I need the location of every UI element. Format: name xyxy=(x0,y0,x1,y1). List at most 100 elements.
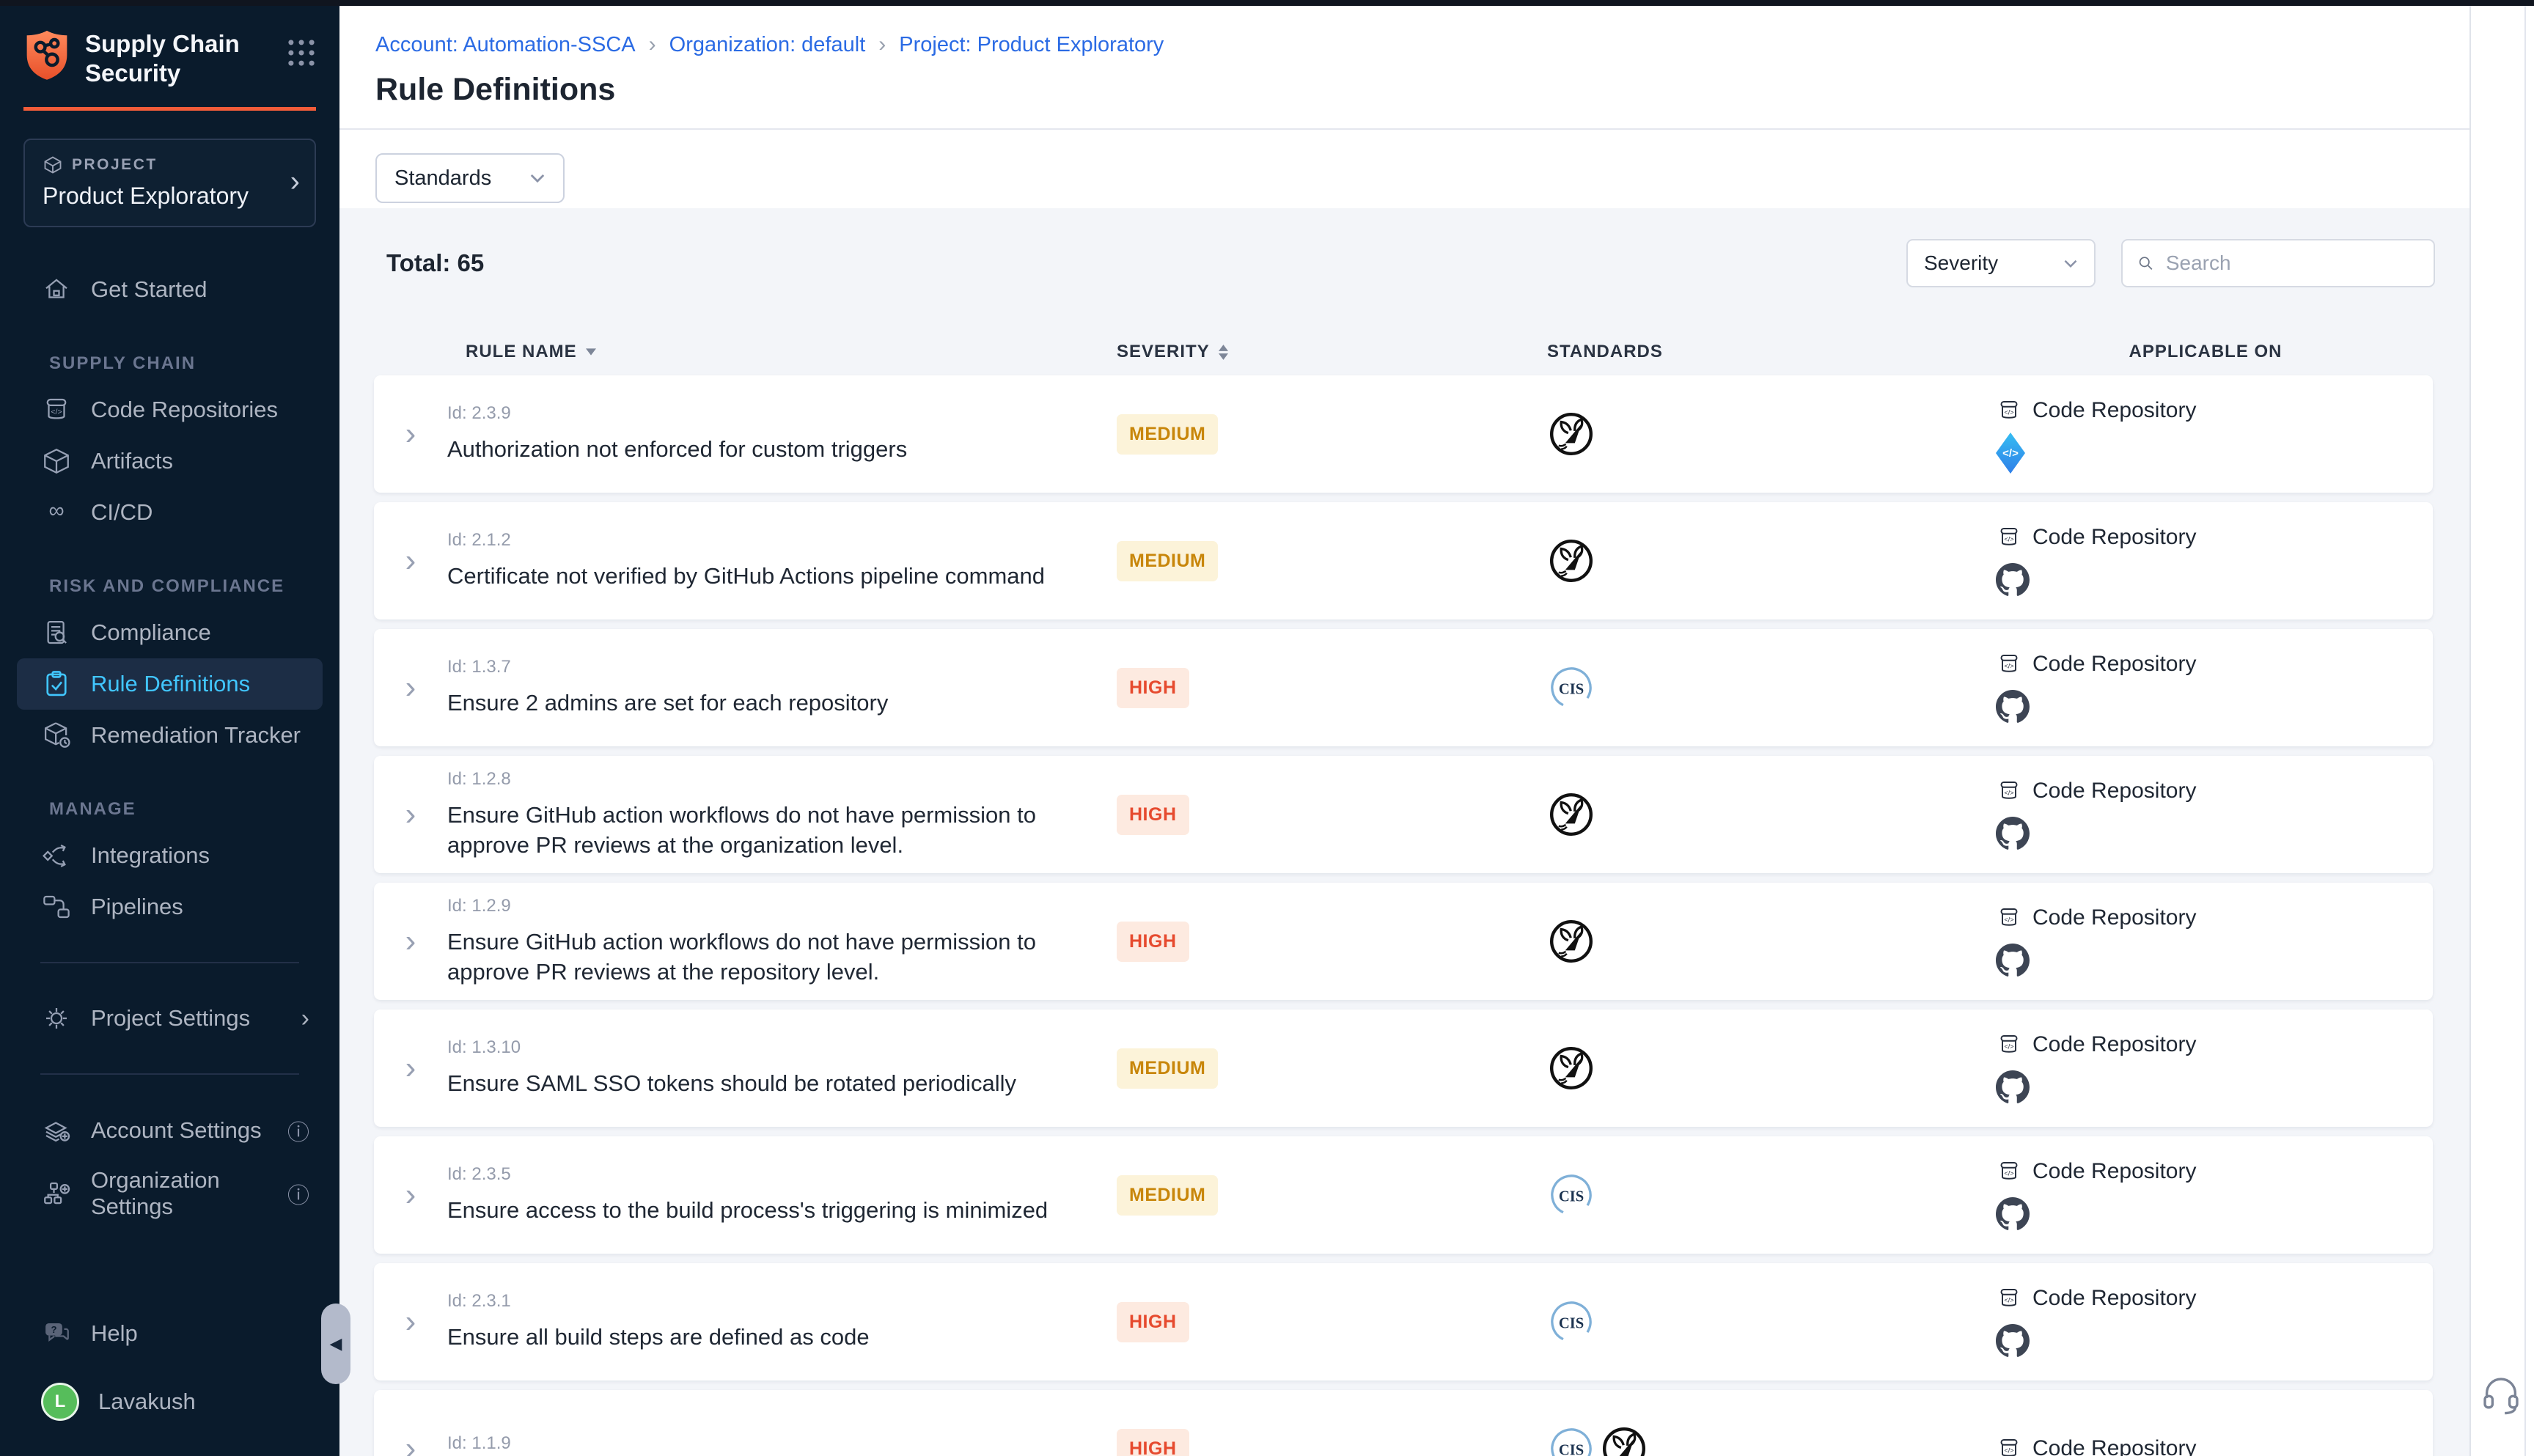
sidebar-item-cicd[interactable]: CI/CD xyxy=(17,487,323,538)
severity-badge: MEDIUM xyxy=(1117,414,1218,455)
sidebar: Supply Chain Security PROJECT Product Ex… xyxy=(0,0,339,1456)
breadcrumb-separator-icon: › xyxy=(878,32,886,57)
owasp-standard-icon xyxy=(1547,410,1595,458)
column-label: STANDARDS xyxy=(1547,342,1663,362)
expand-row-chevron-icon[interactable]: › xyxy=(405,925,416,957)
avatar: L xyxy=(41,1383,79,1421)
table-row[interactable]: › Id: 1.3.10 Ensure SAML SSO tokens shou… xyxy=(374,1010,2433,1127)
sidebar-item-account-settings[interactable]: Account Settings ⓘ xyxy=(17,1104,323,1157)
standards-cell xyxy=(1393,790,1972,839)
gear-icon xyxy=(41,1003,72,1034)
table-row[interactable]: › Id: 1.3.7 Ensure 2 admins are set for … xyxy=(374,629,2433,746)
expand-row-chevron-icon[interactable]: › xyxy=(405,798,416,831)
rule-id: Id: 1.1.9 xyxy=(447,1433,1111,1454)
project-selector[interactable]: PROJECT Product Exploratory › xyxy=(23,139,316,227)
applicable-on-label: Code Repository xyxy=(2032,652,2196,677)
standards-cell xyxy=(1393,1171,1972,1219)
github-icon xyxy=(1996,1324,2030,1358)
search-input[interactable] xyxy=(2166,251,2420,275)
sidebar-item-user[interactable]: L Lavakush xyxy=(17,1372,323,1431)
sidebar-item-get-started[interactable]: Get Started xyxy=(17,264,323,315)
table-row[interactable]: › Id: 2.3.9 Authorization not enforced f… xyxy=(374,375,2433,493)
applicable-on-label: Code Repository xyxy=(2032,1286,2196,1311)
sidebar-item-integrations[interactable]: Integrations xyxy=(17,830,323,881)
sidebar-item-project-settings[interactable]: Project Settings › xyxy=(17,993,323,1044)
pipelines-icon xyxy=(41,891,72,922)
code-repository-icon xyxy=(1996,1285,2022,1312)
sidebar-item-pipelines[interactable]: Pipelines xyxy=(17,881,323,933)
severity-filter-dropdown[interactable]: Severity xyxy=(1906,239,2096,287)
table-row[interactable]: › Id: 1.1.9 HIGH Code Repository xyxy=(374,1390,2433,1456)
column-header-severity[interactable]: SEVERITY xyxy=(1111,342,1393,362)
expand-row-chevron-icon[interactable]: › xyxy=(405,1052,416,1084)
rule-id: Id: 1.3.10 xyxy=(447,1037,1111,1058)
expand-row-chevron-icon[interactable]: › xyxy=(405,1179,416,1211)
module-switcher-grid-icon[interactable] xyxy=(287,38,316,67)
provider-slot xyxy=(1996,1196,2433,1232)
user-name: Lavakush xyxy=(98,1389,196,1415)
main-area: Account: Automation-SSCA › Organization:… xyxy=(339,6,2469,1456)
provider-slot xyxy=(1996,1323,2433,1358)
github-icon xyxy=(1996,690,2030,724)
table-row[interactable]: › Id: 2.3.5 Ensure access to the build p… xyxy=(374,1136,2433,1254)
expand-row-chevron-icon[interactable]: › xyxy=(405,672,416,704)
column-header-applicable-on: APPLICABLE ON xyxy=(1972,342,2433,362)
search-box xyxy=(2121,239,2435,287)
expand-row-chevron-icon[interactable]: › xyxy=(405,1306,416,1338)
sidebar-item-organization-settings[interactable]: Organization Settings ⓘ xyxy=(17,1157,323,1230)
sidebar-item-label: Integrations xyxy=(91,842,210,869)
breadcrumb-organization-link[interactable]: Organization: default xyxy=(669,33,866,57)
standards-filter-dropdown[interactable]: Standards xyxy=(375,153,565,203)
standards-cell xyxy=(1393,537,1972,585)
column-header-rule-name[interactable]: RULE NAME xyxy=(447,342,1111,362)
rule-id: Id: 2.3.5 xyxy=(447,1164,1111,1185)
support-headset-icon[interactable] xyxy=(2478,1372,2524,1418)
total-count: Total: 65 xyxy=(386,249,484,277)
breadcrumb-separator-icon: › xyxy=(649,32,656,57)
sidebar-item-label: Project Settings xyxy=(91,1005,250,1032)
expand-row-chevron-icon[interactable]: › xyxy=(405,1433,416,1456)
severity-badge: MEDIUM xyxy=(1117,541,1218,581)
expand-row-chevron-icon[interactable]: › xyxy=(405,418,416,450)
applicable-on-label: Code Repository xyxy=(2032,779,2196,804)
sidebar-item-label: Code Repositories xyxy=(91,397,278,423)
section-label-manage: MANAGE xyxy=(49,799,323,820)
cis-standard-icon xyxy=(1547,1424,1595,1456)
sidebar-item-compliance[interactable]: Compliance xyxy=(17,607,323,658)
rule-name: Ensure 2 admins are set for each reposit… xyxy=(447,688,1111,718)
box-wrench-icon xyxy=(41,720,72,751)
cis-standard-icon xyxy=(1547,1171,1595,1219)
severity-badge: MEDIUM xyxy=(1117,1175,1218,1216)
table-row[interactable]: › Id: 1.2.8 Ensure GitHub action workflo… xyxy=(374,756,2433,873)
sort-both-icon xyxy=(1219,345,1228,360)
github-icon xyxy=(1996,563,2030,597)
table-row[interactable]: › Id: 2.3.1 Ensure all build steps are d… xyxy=(374,1263,2433,1380)
sidebar-item-label: Artifacts xyxy=(91,448,173,474)
table-row[interactable]: › Id: 1.2.9 Ensure GitHub action workflo… xyxy=(374,883,2433,1000)
org-gear-icon xyxy=(41,1178,72,1209)
applicable-on-label: Code Repository xyxy=(2032,1159,2196,1184)
module-title: Supply Chain Security xyxy=(85,29,287,88)
rule-id: Id: 2.1.2 xyxy=(447,530,1111,551)
sidebar-item-help[interactable]: Help xyxy=(17,1308,323,1359)
sidebar-item-rule-definitions[interactable]: Rule Definitions xyxy=(17,658,323,710)
sidebar-item-code-repositories[interactable]: Code Repositories xyxy=(17,384,323,435)
table-row[interactable]: › Id: 2.1.2 Certificate not verified by … xyxy=(374,502,2433,619)
sidebar-item-label: CI/CD xyxy=(91,499,153,526)
code-repository-icon xyxy=(1996,651,2022,677)
applicable-on-label: Code Repository xyxy=(2032,525,2196,550)
breadcrumb-project-link[interactable]: Project: Product Exploratory xyxy=(899,33,1164,57)
rule-id: Id: 1.2.8 xyxy=(447,769,1111,790)
breadcrumb: Account: Automation-SSCA › Organization:… xyxy=(339,6,2469,57)
sidebar-item-label: Help xyxy=(91,1320,138,1347)
sidebar-item-remediation-tracker[interactable]: Remediation Tracker xyxy=(17,710,323,761)
sidebar-collapse-handle[interactable]: ◀ xyxy=(321,1304,350,1384)
code-glyph: </> xyxy=(2002,447,2019,460)
owasp-standard-icon xyxy=(1600,1424,1648,1456)
table-header: RULE NAME SEVERITY STANDARDS APPLICABLE … xyxy=(374,328,2433,375)
breadcrumb-account-link[interactable]: Account: Automation-SSCA xyxy=(375,33,636,57)
provider-slot xyxy=(1996,816,2433,851)
expand-row-chevron-icon[interactable]: › xyxy=(405,545,416,577)
sidebar-item-artifacts[interactable]: Artifacts xyxy=(17,435,323,487)
scrollbar-gutter[interactable] xyxy=(2469,6,2526,1456)
